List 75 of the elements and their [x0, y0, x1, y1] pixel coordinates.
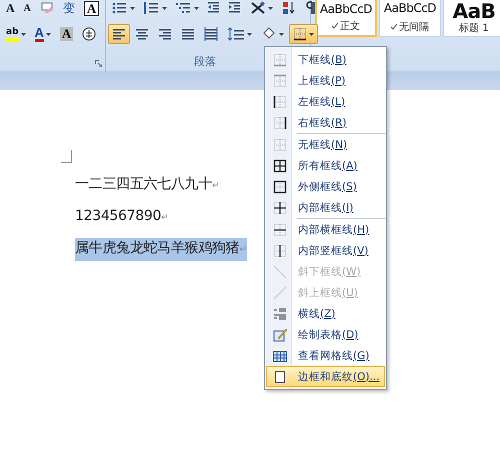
menu-item[interactable]: 右框线(R) — [266, 112, 385, 133]
diagonal-up-border-icon — [272, 286, 286, 300]
justify-icon — [181, 27, 195, 41]
style-gallery-item[interactable]: AaBbCcD 无间隔 — [379, 0, 441, 37]
menu-item[interactable]: 绘制表格(D) — [266, 324, 385, 345]
shrink-font-button[interactable]: A — [20, 0, 35, 18]
menu-item[interactable]: 内部框线(I) — [266, 197, 385, 218]
menu-item[interactable]: 左框线(L) — [266, 91, 385, 112]
pilcrow-icon — [305, 1, 317, 15]
line-spacing-icon — [227, 27, 245, 41]
menu-item[interactable]: 边框和底纹(O)... — [266, 366, 385, 387]
paragraph-mark-icon — [332, 23, 338, 29]
all-borders-icon — [272, 158, 286, 172]
paint-bucket-icon — [261, 27, 277, 41]
align-left-button[interactable] — [108, 24, 130, 44]
paragraph-mark-icon — [391, 24, 397, 30]
menu-item[interactable]: 无框线(N) — [266, 134, 385, 155]
style-gallery-item[interactable]: AaB 标题 1 — [443, 0, 500, 37]
draw-table-icon — [272, 328, 286, 342]
borders-icon — [293, 27, 307, 41]
menu-item[interactable]: 上框线(P) — [266, 70, 385, 91]
caret-icon — [20, 32, 26, 36]
style-gallery-item[interactable]: AaBbCcD 正文 — [315, 0, 377, 37]
multilevel-list-icon — [176, 1, 192, 15]
increase-indent-icon — [229, 1, 241, 15]
menu-item[interactable]: 所有框线(A) — [266, 155, 385, 176]
enclosed-character-icon — [82, 27, 96, 41]
right-border-icon — [272, 116, 286, 130]
caret-icon — [130, 6, 135, 10]
group-label: 段落 — [194, 54, 216, 69]
caret-icon — [279, 32, 284, 36]
paragraph: 1234567890↵ — [75, 207, 168, 226]
cross-icon — [250, 1, 266, 15]
menu-item[interactable]: 查看网格线(G) — [266, 345, 385, 366]
caret-icon — [194, 6, 199, 10]
no-border-icon — [272, 138, 286, 152]
caret-icon — [268, 6, 273, 10]
menu-item[interactable]: 内部横框线(H) — [266, 219, 385, 240]
char-shading-button[interactable]: A — [56, 24, 78, 44]
numbered-list-icon — [144, 1, 160, 15]
inside-vertical-border-icon — [272, 244, 286, 258]
menu-item[interactable]: 下框线(B) — [266, 49, 385, 70]
bottom-border-icon — [272, 52, 286, 66]
grow-font-button[interactable]: A — [2, 0, 19, 18]
paragraph: 属牛虎兔龙蛇马羊猴鸡狗猪↵ — [75, 238, 247, 261]
caret-icon — [162, 6, 167, 10]
highlight-button[interactable]: ab — [2, 24, 30, 44]
caret-icon — [46, 32, 51, 36]
align-right-icon — [158, 27, 172, 41]
menu-item[interactable]: 内部竖框线(V) — [266, 240, 385, 261]
menu-item[interactable]: 外侧框线(S) — [266, 176, 385, 197]
align-center-icon — [135, 27, 149, 41]
eraser-icon — [40, 1, 54, 15]
page-border-icon — [272, 370, 286, 384]
bullet-list-icon — [112, 1, 128, 15]
diagonal-down-border-icon — [272, 264, 286, 278]
phonetic-button[interactable]: 变 — [58, 0, 79, 18]
align-left-icon — [112, 27, 126, 41]
font-color-button[interactable]: A — [30, 24, 55, 44]
left-border-icon — [272, 94, 286, 108]
caret-icon — [309, 32, 314, 36]
top-border-icon — [272, 74, 286, 88]
outside-borders-icon — [272, 180, 286, 194]
distributed-icon — [204, 27, 218, 41]
caret-icon — [247, 32, 252, 36]
dialog-launcher-icon[interactable] — [95, 60, 102, 67]
gridlines-icon — [272, 348, 286, 362]
decrease-indent-icon — [208, 1, 220, 15]
inside-horizontal-border-icon — [272, 222, 286, 236]
menu-item[interactable]: 横线(Z) — [266, 303, 385, 324]
inside-borders-icon — [272, 200, 286, 214]
sort-icon — [282, 1, 296, 15]
borders-button[interactable] — [289, 24, 318, 44]
paragraph: 一二三四五六七八九十↵ — [75, 175, 220, 194]
horizontal-line-icon — [272, 306, 286, 320]
